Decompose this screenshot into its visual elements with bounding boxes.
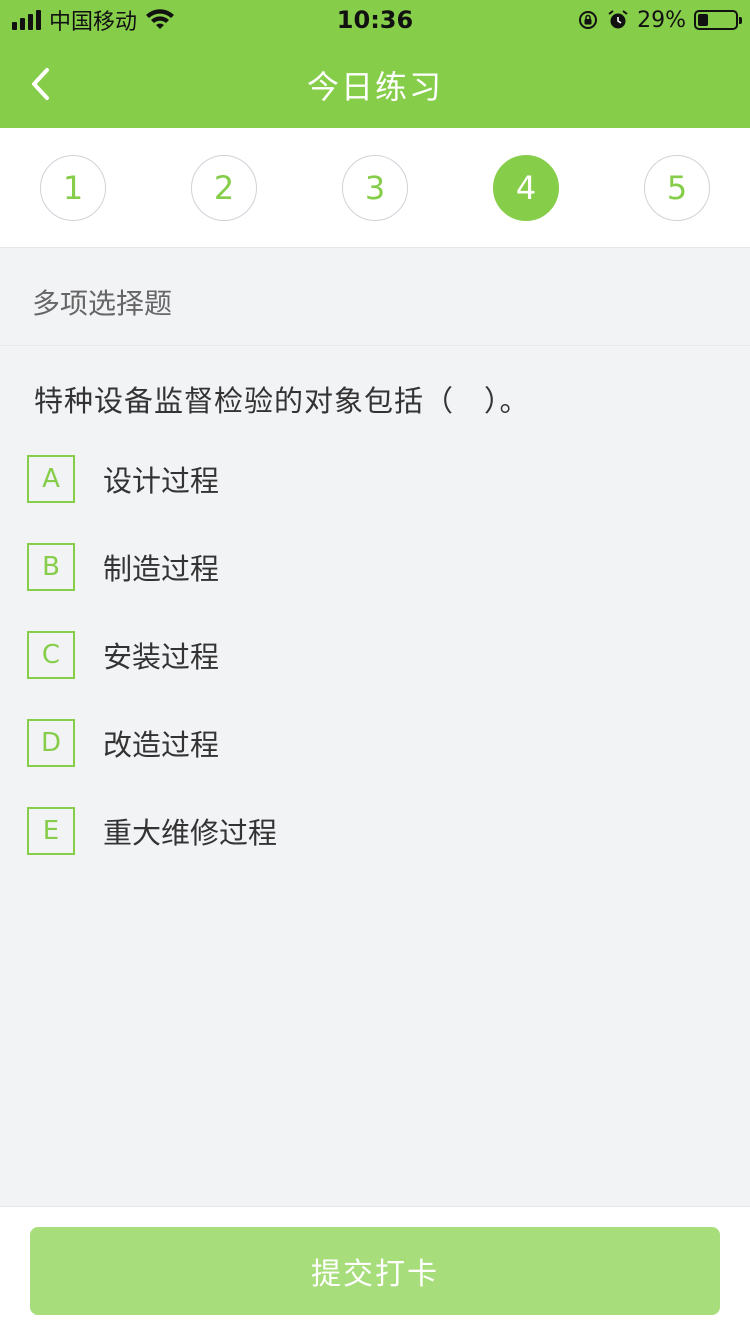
page-title: 今日练习 [306,68,443,106]
option-checkbox[interactable]: C [27,631,75,679]
footer-bar: 提交打卡 [0,1206,750,1334]
status-right: 29% [577,6,742,34]
option-checkbox[interactable]: D [27,719,75,767]
option-label: 重大维修过程 [103,816,278,850]
question-text: 特种设备监督检验的对象包括（ ）。 [34,384,530,418]
question-number-3[interactable]: 3 [342,155,408,221]
option-a[interactable]: A 设计过程 [27,454,627,504]
orientation-lock-icon [579,11,598,29]
option-checkbox[interactable]: E [27,807,75,855]
submit-button[interactable]: 提交打卡 [30,1227,720,1315]
question-number-4[interactable]: 4 [493,155,559,221]
battery-fill [698,14,708,26]
practice-page: 中国移动 10:36 29% 今日练习 1 2 3 4 5 多项选择题 特种设备… [0,0,750,1334]
nav-bar: 今日练习 [0,40,750,128]
option-label: 制造过程 [103,552,220,586]
battery-percent: 29% [637,7,686,33]
alarm-icon [608,10,628,29]
question-number-row: 1 2 3 4 5 [0,128,750,248]
question-number-2[interactable]: 2 [191,155,257,221]
option-label: 安装过程 [103,640,220,674]
option-label: 改造过程 [103,728,220,762]
battery-icon [694,10,742,30]
question-type-label: 多项选择题 [32,287,173,320]
option-b[interactable]: B 制造过程 [27,542,627,592]
question-number-5[interactable]: 5 [644,155,710,221]
status-bar: 中国移动 10:36 29% [0,0,750,40]
option-checkbox[interactable]: B [27,543,75,591]
top-bar: 中国移动 10:36 29% 今日练习 [0,0,750,128]
section-header: 多项选择题 [0,248,750,346]
option-checkbox[interactable]: A [27,455,75,503]
option-e[interactable]: E 重大维修过程 [27,806,627,856]
question-number-1[interactable]: 1 [40,155,106,221]
option-c[interactable]: C 安装过程 [27,630,627,680]
option-label: 设计过程 [103,464,220,498]
option-d[interactable]: D 改造过程 [27,718,627,768]
